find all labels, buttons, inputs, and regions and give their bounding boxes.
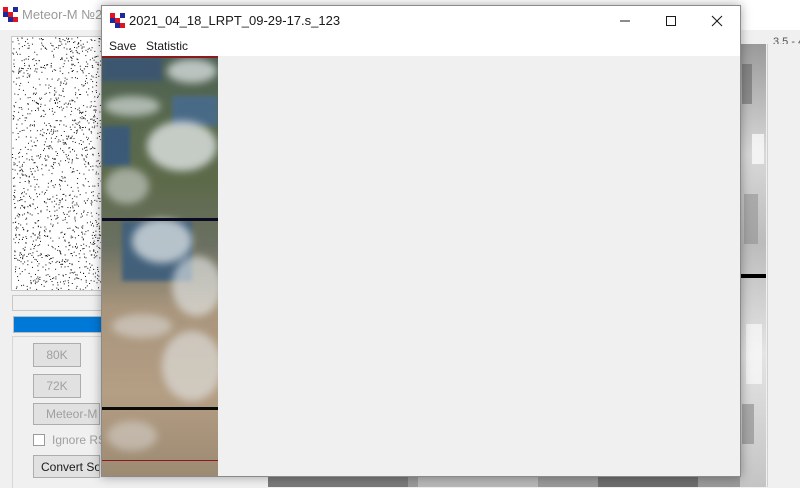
minimize-button[interactable] (602, 6, 648, 36)
80k-button[interactable]: 80K (33, 343, 81, 367)
meteor-mode-button-label: Meteor-M N (46, 407, 100, 421)
72k-button[interactable]: 72K (33, 374, 81, 398)
maximize-button[interactable] (648, 6, 694, 36)
constellation-panel (11, 36, 102, 291)
ignore-rs-checkbox[interactable] (33, 434, 45, 446)
constellation-noise-plot (12, 37, 101, 290)
app-logo-icon (3, 7, 19, 23)
grayscale-image (740, 44, 766, 487)
80k-button-label: 80K (46, 348, 67, 362)
maximize-icon (665, 15, 677, 27)
satellite-image-canvas (102, 56, 218, 476)
satellite-image (102, 56, 218, 476)
progress-bar (13, 316, 102, 333)
menu-statistic[interactable]: Statistic (146, 39, 188, 53)
close-button[interactable] (694, 6, 740, 36)
meteor-mode-button[interactable]: Meteor-M N (33, 403, 100, 425)
convert-button-label: Convert Soft (41, 460, 100, 474)
window-logo-icon (110, 13, 126, 29)
progress-fill (14, 317, 101, 332)
ignore-rs-checkbox-row[interactable]: Ignore RS (33, 433, 106, 447)
ignore-rs-label: Ignore RS (52, 433, 106, 447)
convert-button[interactable]: Convert Soft (33, 455, 100, 478)
right-panel (767, 44, 800, 487)
status-field (12, 295, 102, 311)
window-title: 2021_04_18_LRPT_09-29-17.s_123 (129, 13, 340, 28)
close-icon (711, 15, 723, 27)
minimize-icon (619, 15, 631, 27)
menu-save[interactable]: Save (109, 39, 136, 53)
background-window-title: Meteor-M №2 (22, 7, 102, 22)
menu-bar: Save Statistic (102, 36, 740, 56)
72k-button-label: 72K (46, 379, 67, 393)
image-viewer-window[interactable]: 2021_04_18_LRPT_09-29-17.s_123 Save Stat… (101, 5, 741, 477)
grayscale-image-strip (740, 44, 766, 487)
window-title-bar[interactable]: 2021_04_18_LRPT_09-29-17.s_123 (102, 6, 740, 36)
